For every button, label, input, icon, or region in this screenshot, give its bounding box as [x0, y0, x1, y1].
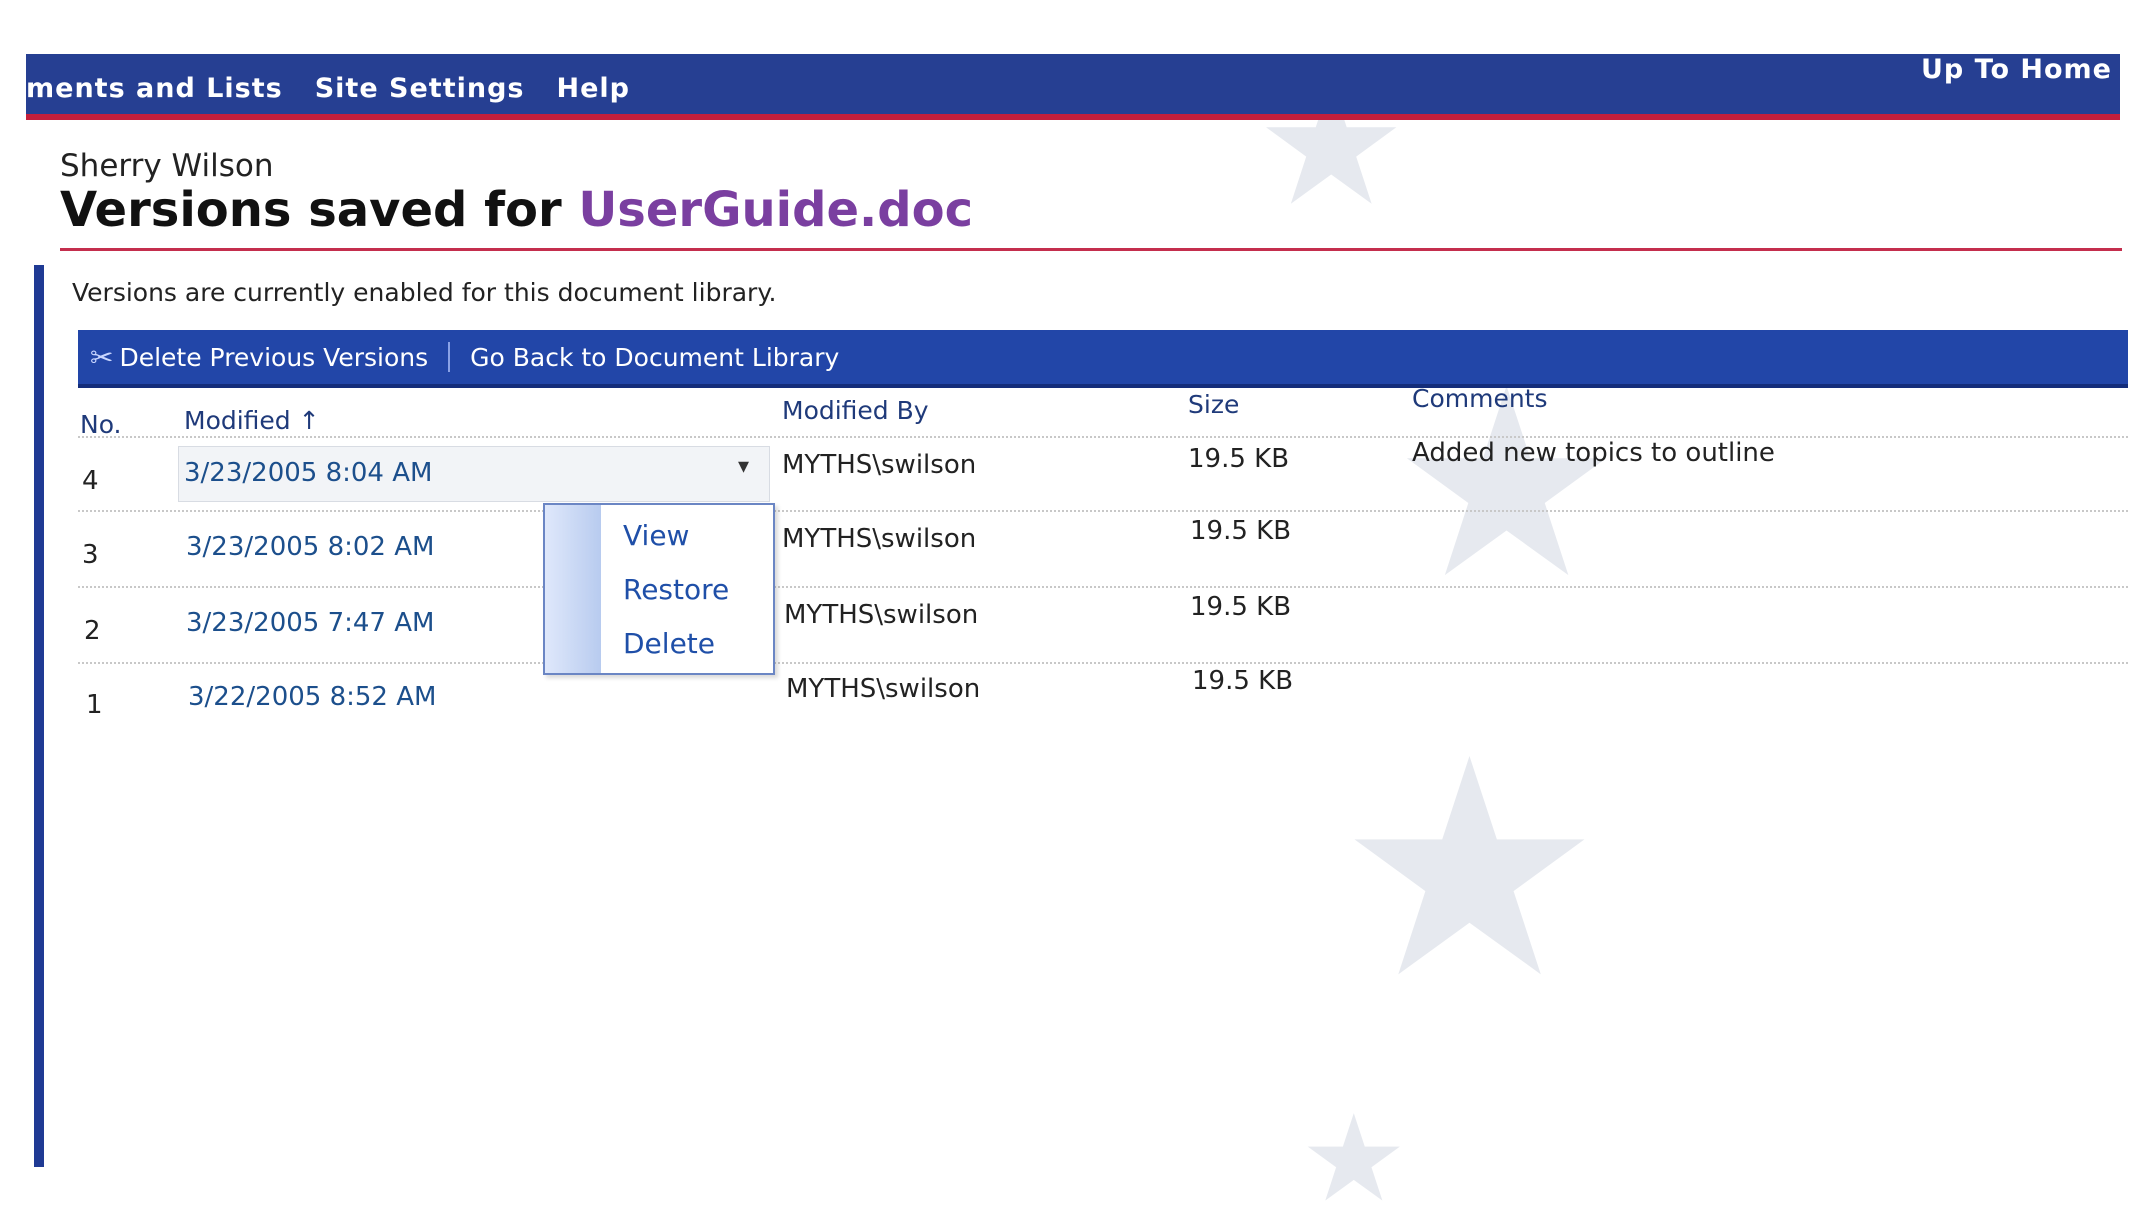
table-row: ▾ 4 3/23/2005 8:04 AM MYTHS\swilson 19.5… [78, 436, 2128, 512]
table-row: 1 3/22/2005 8:52 AM MYTHS\swilson 19.5 K… [78, 662, 2128, 734]
cell-comments: Added new topics to outline [1412, 438, 1775, 468]
cell-modified-link[interactable]: 3/22/2005 8:52 AM [188, 682, 436, 712]
column-header-modified[interactable]: Modified ↑ [184, 406, 320, 435]
delete-versions-icon: ✂ [90, 340, 114, 374]
context-menu-gutter [545, 505, 601, 673]
cell-modified-by: MYTHS\swilson [782, 524, 977, 554]
cell-size: 19.5 KB [1190, 516, 1292, 546]
go-back-to-library-label: Go Back to Document Library [470, 342, 840, 372]
context-menu-restore[interactable]: Restore [623, 573, 729, 606]
go-back-to-library-button[interactable]: Go Back to Document Library [458, 343, 851, 372]
version-context-menu: View Restore Delete [543, 503, 775, 675]
cell-no: 3 [82, 540, 99, 570]
table-row: 3 3/23/2005 8:02 AM MYTHS\swilson 19.5 K… [78, 510, 2128, 586]
delete-previous-versions-label: Delete Previous Versions [119, 342, 429, 372]
cell-no: 2 [84, 616, 101, 646]
left-border [34, 265, 44, 1167]
delete-previous-versions-button[interactable]: ✂ Delete Previous Versions [78, 341, 440, 374]
title-divider [60, 248, 2122, 251]
page-title-prefix: Versions saved for [60, 182, 579, 238]
nav-site-settings[interactable]: Site Settings [315, 73, 525, 104]
table-row: 2 3/23/2005 7:47 AM MYTHS\swilson 19.5 K… [78, 586, 2128, 662]
versions-enabled-text: Versions are currently enabled for this … [72, 278, 777, 307]
context-menu-view[interactable]: View [623, 519, 689, 552]
cell-modified-by: MYTHS\swilson [784, 600, 979, 630]
cell-modified-link[interactable]: 3/23/2005 8:02 AM [186, 532, 434, 562]
column-header-size[interactable]: Size [1188, 390, 1239, 419]
cell-size: 19.5 KB [1190, 592, 1292, 622]
page-title: Versions saved for UserGuide.doc [60, 182, 973, 238]
context-menu-delete[interactable]: Delete [623, 627, 715, 660]
cell-no: 4 [82, 466, 99, 496]
cell-modified-by: MYTHS\swilson [782, 450, 977, 480]
document-name: UserGuide.doc [578, 182, 974, 238]
background-star-icon: ★ [1335, 695, 1604, 1044]
versions-toolbar: ✂ Delete Previous Versions Go Back to Do… [78, 330, 2128, 388]
cell-size: 19.5 KB [1192, 666, 1294, 696]
up-to-home-link[interactable]: Up To Home [1921, 54, 2112, 85]
top-navigation-bar: ments and Lists Site Settings Help Up To… [26, 54, 2120, 120]
cell-no: 1 [86, 690, 103, 720]
cell-modified-link[interactable]: 3/23/2005 7:47 AM [186, 608, 434, 638]
cell-modified-link[interactable]: 3/23/2005 8:04 AM [184, 458, 432, 488]
dropdown-arrow-icon[interactable]: ▾ [738, 454, 749, 479]
column-header-no[interactable]: No. [80, 410, 122, 439]
top-nav-links: ments and Lists Site Settings Help [26, 73, 630, 104]
background-star-icon: ★ [1300, 1090, 1408, 1229]
column-header-modified-by[interactable]: Modified By [782, 396, 929, 425]
cell-size: 19.5 KB [1188, 444, 1290, 474]
toolbar-separator [448, 342, 451, 372]
nav-documents-and-lists[interactable]: ments and Lists [26, 73, 283, 104]
user-name: Sherry Wilson [60, 148, 274, 184]
cell-modified-by: MYTHS\swilson [786, 674, 981, 704]
column-header-comments[interactable]: Comments [1412, 384, 1548, 413]
nav-help[interactable]: Help [557, 73, 631, 104]
